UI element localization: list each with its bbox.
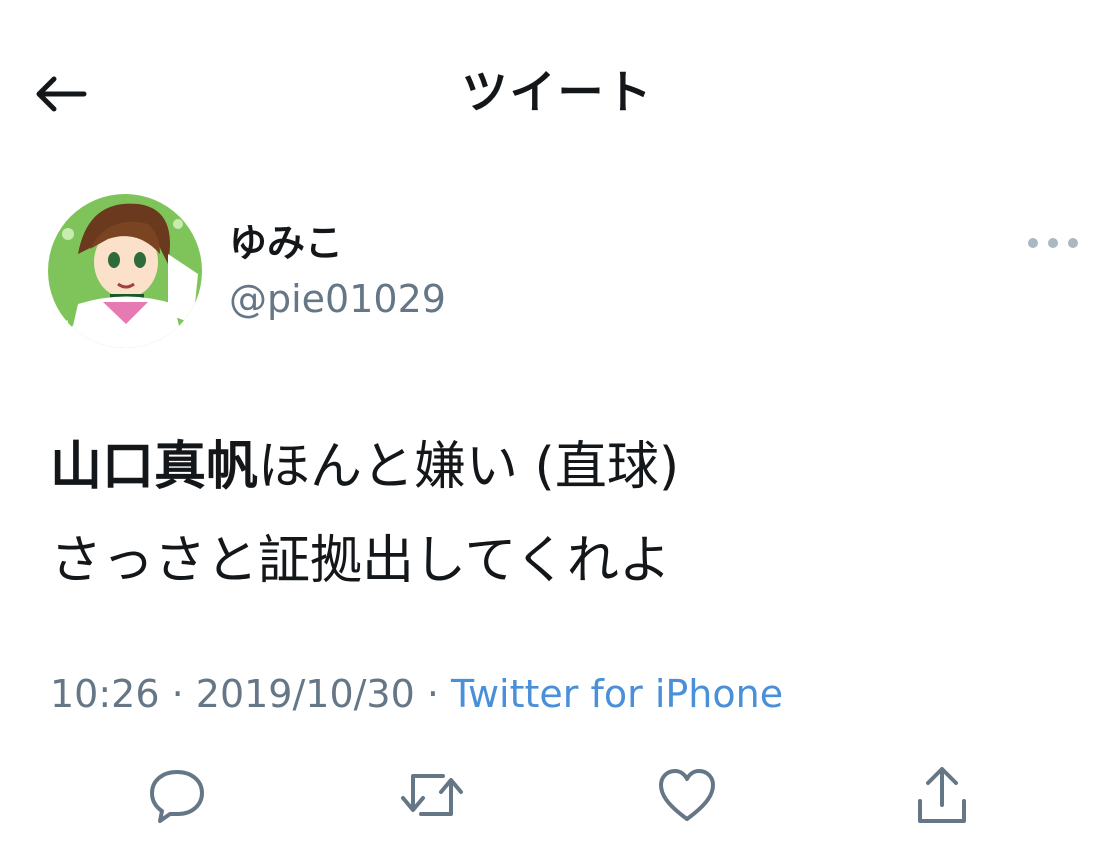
avatar[interactable]: rior <box>48 194 202 348</box>
tweet-time: 10:26 <box>50 672 160 716</box>
tweet-body: 山口真帆ほんと嫌い (直球) さっさと証拠出してくれよ <box>50 420 1070 608</box>
avatar-image: rior <box>48 194 202 348</box>
more-horizontal-icon <box>1068 238 1078 248</box>
tweet-line: さっさと証拠出してくれよ <box>50 531 671 591</box>
like-button[interactable] <box>652 760 722 830</box>
tweet-line: 山口真帆ほんと嫌い (直球) <box>50 420 1070 514</box>
reply-icon <box>150 770 204 823</box>
page-title: ツイート <box>461 65 654 119</box>
svg-text:rior: rior <box>56 317 91 341</box>
tweet-author: rior ゆみこ @pie01029 <box>48 194 1078 354</box>
reply-button[interactable] <box>142 760 212 830</box>
display-name[interactable]: ゆみこ <box>229 218 343 268</box>
retweet-button[interactable] <box>397 760 467 830</box>
tweet-bold-text: 山口真帆 <box>50 437 259 497</box>
meta-separator: · <box>159 672 196 716</box>
tweet-text-segment: ほんと嫌い (直球) <box>258 437 680 497</box>
heart-icon <box>659 769 715 821</box>
retweet-icon <box>401 774 463 816</box>
more-horizontal-icon <box>1048 238 1058 248</box>
user-handle[interactable]: @pie01029 <box>229 274 446 324</box>
share-icon <box>918 767 966 823</box>
more-options-button[interactable] <box>1028 228 1078 258</box>
tweet-actions <box>0 760 1115 840</box>
meta-separator: · <box>414 672 452 716</box>
header-bar: ツイート <box>0 0 1115 180</box>
tweet-date: 2019/10/30 <box>195 672 415 716</box>
share-button[interactable] <box>907 760 977 830</box>
tweet-meta: 10:26 · 2019/10/30 · Twitter for iPhone <box>50 668 783 720</box>
tweet-source-link[interactable]: Twitter for iPhone <box>451 672 783 716</box>
more-horizontal-icon <box>1028 238 1038 248</box>
